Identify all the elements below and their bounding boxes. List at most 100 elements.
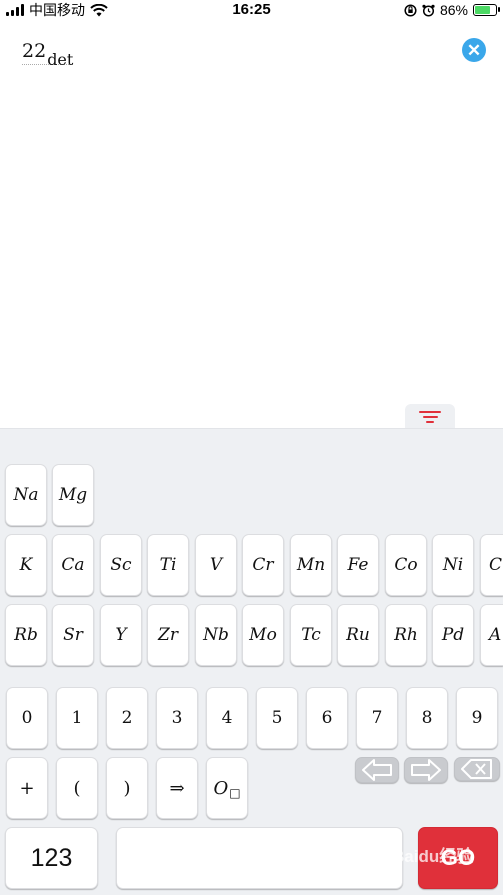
key-label: Ni — [442, 555, 464, 575]
key-element-rh[interactable]: Rh — [385, 604, 427, 666]
battery-charging-icon — [473, 4, 500, 16]
key-label: ) — [123, 777, 131, 799]
lock-rotation-icon — [404, 3, 417, 17]
key-mode-123[interactable]: 123 — [5, 827, 98, 889]
key-element-nb[interactable]: Nb — [195, 604, 237, 666]
battery-percent: 86% — [439, 2, 468, 18]
key-label: K — [19, 555, 33, 575]
key-element-partial[interactable]: C — [480, 534, 503, 596]
key-element-ti[interactable]: Ti — [147, 534, 189, 596]
key-label: Ru — [346, 625, 370, 645]
key-label: Ti — [159, 555, 177, 575]
key-label: Pd — [441, 625, 465, 645]
key-label: C — [489, 555, 503, 575]
key-label: V — [209, 555, 223, 575]
key-digit-9[interactable]: 9 — [456, 687, 498, 749]
key-digit-6[interactable]: 6 — [306, 687, 348, 749]
key-arrow[interactable]: ⇒ — [156, 757, 198, 819]
formula-input[interactable]: 22det — [22, 40, 74, 69]
key-label: ( — [73, 777, 81, 799]
formula-number: 22 — [22, 40, 47, 62]
key-label: Zr — [158, 625, 178, 645]
key-label: Mo — [249, 625, 277, 645]
watermark: Baidu经验 — [392, 847, 474, 866]
key-open-paren[interactable]: ( — [56, 757, 98, 819]
filter-icon — [419, 411, 441, 423]
close-icon: ✕ — [466, 40, 482, 60]
arrow-right-icon — [411, 759, 441, 781]
key-element-zr[interactable]: Zr — [147, 604, 189, 666]
key-label: 3 — [171, 708, 183, 728]
key-label: 1 — [71, 708, 83, 728]
key-label: Na — [13, 485, 39, 505]
key-digit-7[interactable]: 7 — [356, 687, 398, 749]
key-label: Tc — [301, 625, 321, 645]
key-element-partial[interactable]: A — [480, 604, 503, 666]
key-label: Sc — [110, 555, 132, 575]
key-element-ni[interactable]: Ni — [432, 534, 474, 596]
key-element-mn[interactable]: Mn — [290, 534, 332, 596]
key-element-pd[interactable]: Pd — [432, 604, 474, 666]
key-label: Mn — [296, 555, 326, 575]
key-element-mg[interactable]: Mg — [52, 464, 94, 526]
status-right: 86% — [404, 0, 500, 20]
key-subscript-template[interactable]: O □ — [206, 757, 248, 819]
key-label: 6 — [321, 708, 333, 728]
key-label: 9 — [471, 708, 483, 728]
key-label: 123 — [30, 843, 73, 872]
key-label: Rb — [14, 625, 38, 645]
key-label: Y — [115, 625, 127, 645]
key-label: Ca — [61, 555, 85, 575]
keyboard: Na Mg K Ca Sc Ti V Cr Mn Fe Co Ni C Rb S… — [0, 428, 503, 895]
key-element-na[interactable]: Na — [5, 464, 47, 526]
clear-button[interactable]: ✕ — [462, 38, 486, 62]
key-digit-8[interactable]: 8 — [406, 687, 448, 749]
key-label: 5 — [271, 708, 283, 728]
key-element-tc[interactable]: Tc — [290, 604, 332, 666]
key-label: A — [489, 625, 502, 645]
key-element-co[interactable]: Co — [385, 534, 427, 596]
key-element-ca[interactable]: Ca — [52, 534, 94, 596]
key-digit-4[interactable]: 4 — [206, 687, 248, 749]
key-digit-5[interactable]: 5 — [256, 687, 298, 749]
key-label: ⇒ — [169, 777, 185, 799]
key-label: O — [213, 777, 229, 799]
key-element-ru[interactable]: Ru — [337, 604, 379, 666]
key-cursor-right[interactable] — [404, 757, 448, 783]
key-digit-0[interactable]: 0 — [6, 687, 48, 749]
key-close-paren[interactable]: ) — [106, 757, 148, 819]
formula-subscript: det — [47, 50, 74, 69]
key-label: Fe — [347, 555, 369, 575]
keyboard-toggle-tab[interactable] — [405, 404, 455, 430]
key-element-fe[interactable]: Fe — [337, 534, 379, 596]
key-label: 0 — [21, 708, 33, 728]
key-label: Rh — [394, 625, 418, 645]
key-cursor-left[interactable] — [355, 757, 399, 783]
key-element-sr[interactable]: Sr — [52, 604, 94, 666]
key-backspace[interactable] — [454, 757, 500, 781]
key-space[interactable] — [116, 827, 403, 889]
key-plus[interactable]: + — [6, 757, 48, 819]
key-label: Nb — [203, 625, 229, 645]
key-label: 7 — [371, 708, 383, 728]
alarm-icon — [422, 4, 435, 17]
backspace-icon — [461, 759, 492, 779]
key-label: 8 — [421, 708, 433, 728]
key-element-sc[interactable]: Sc — [100, 534, 142, 596]
key-element-k[interactable]: K — [5, 534, 47, 596]
key-element-mo[interactable]: Mo — [242, 604, 284, 666]
key-label: 4 — [221, 708, 233, 728]
key-element-cr[interactable]: Cr — [242, 534, 284, 596]
key-digit-1[interactable]: 1 — [56, 687, 98, 749]
key-label: Co — [394, 555, 418, 575]
placeholder-box-icon: □ — [229, 786, 241, 800]
key-label: + — [19, 777, 35, 799]
key-digit-2[interactable]: 2 — [106, 687, 148, 749]
key-label: Cr — [252, 555, 274, 575]
status-bar: 中国移动 16:25 86% — [0, 0, 503, 20]
key-element-rb[interactable]: Rb — [5, 604, 47, 666]
key-digit-3[interactable]: 3 — [156, 687, 198, 749]
key-element-y[interactable]: Y — [100, 604, 142, 666]
key-label: 2 — [121, 708, 133, 728]
key-element-v[interactable]: V — [195, 534, 237, 596]
